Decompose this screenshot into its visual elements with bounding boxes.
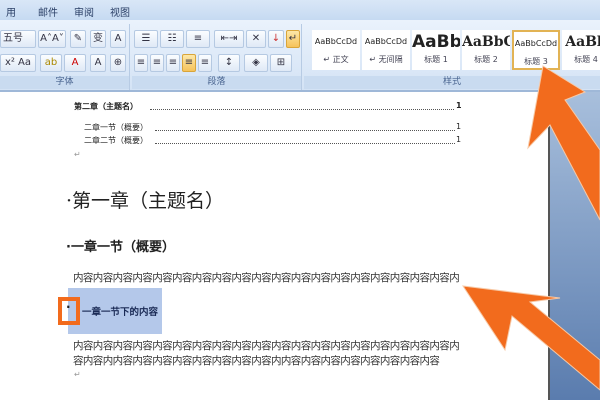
arrow-to-heading3-icon (527, 65, 600, 221)
arrow-to-line-end-icon (461, 285, 600, 391)
annotation-arrows (461, 65, 600, 391)
